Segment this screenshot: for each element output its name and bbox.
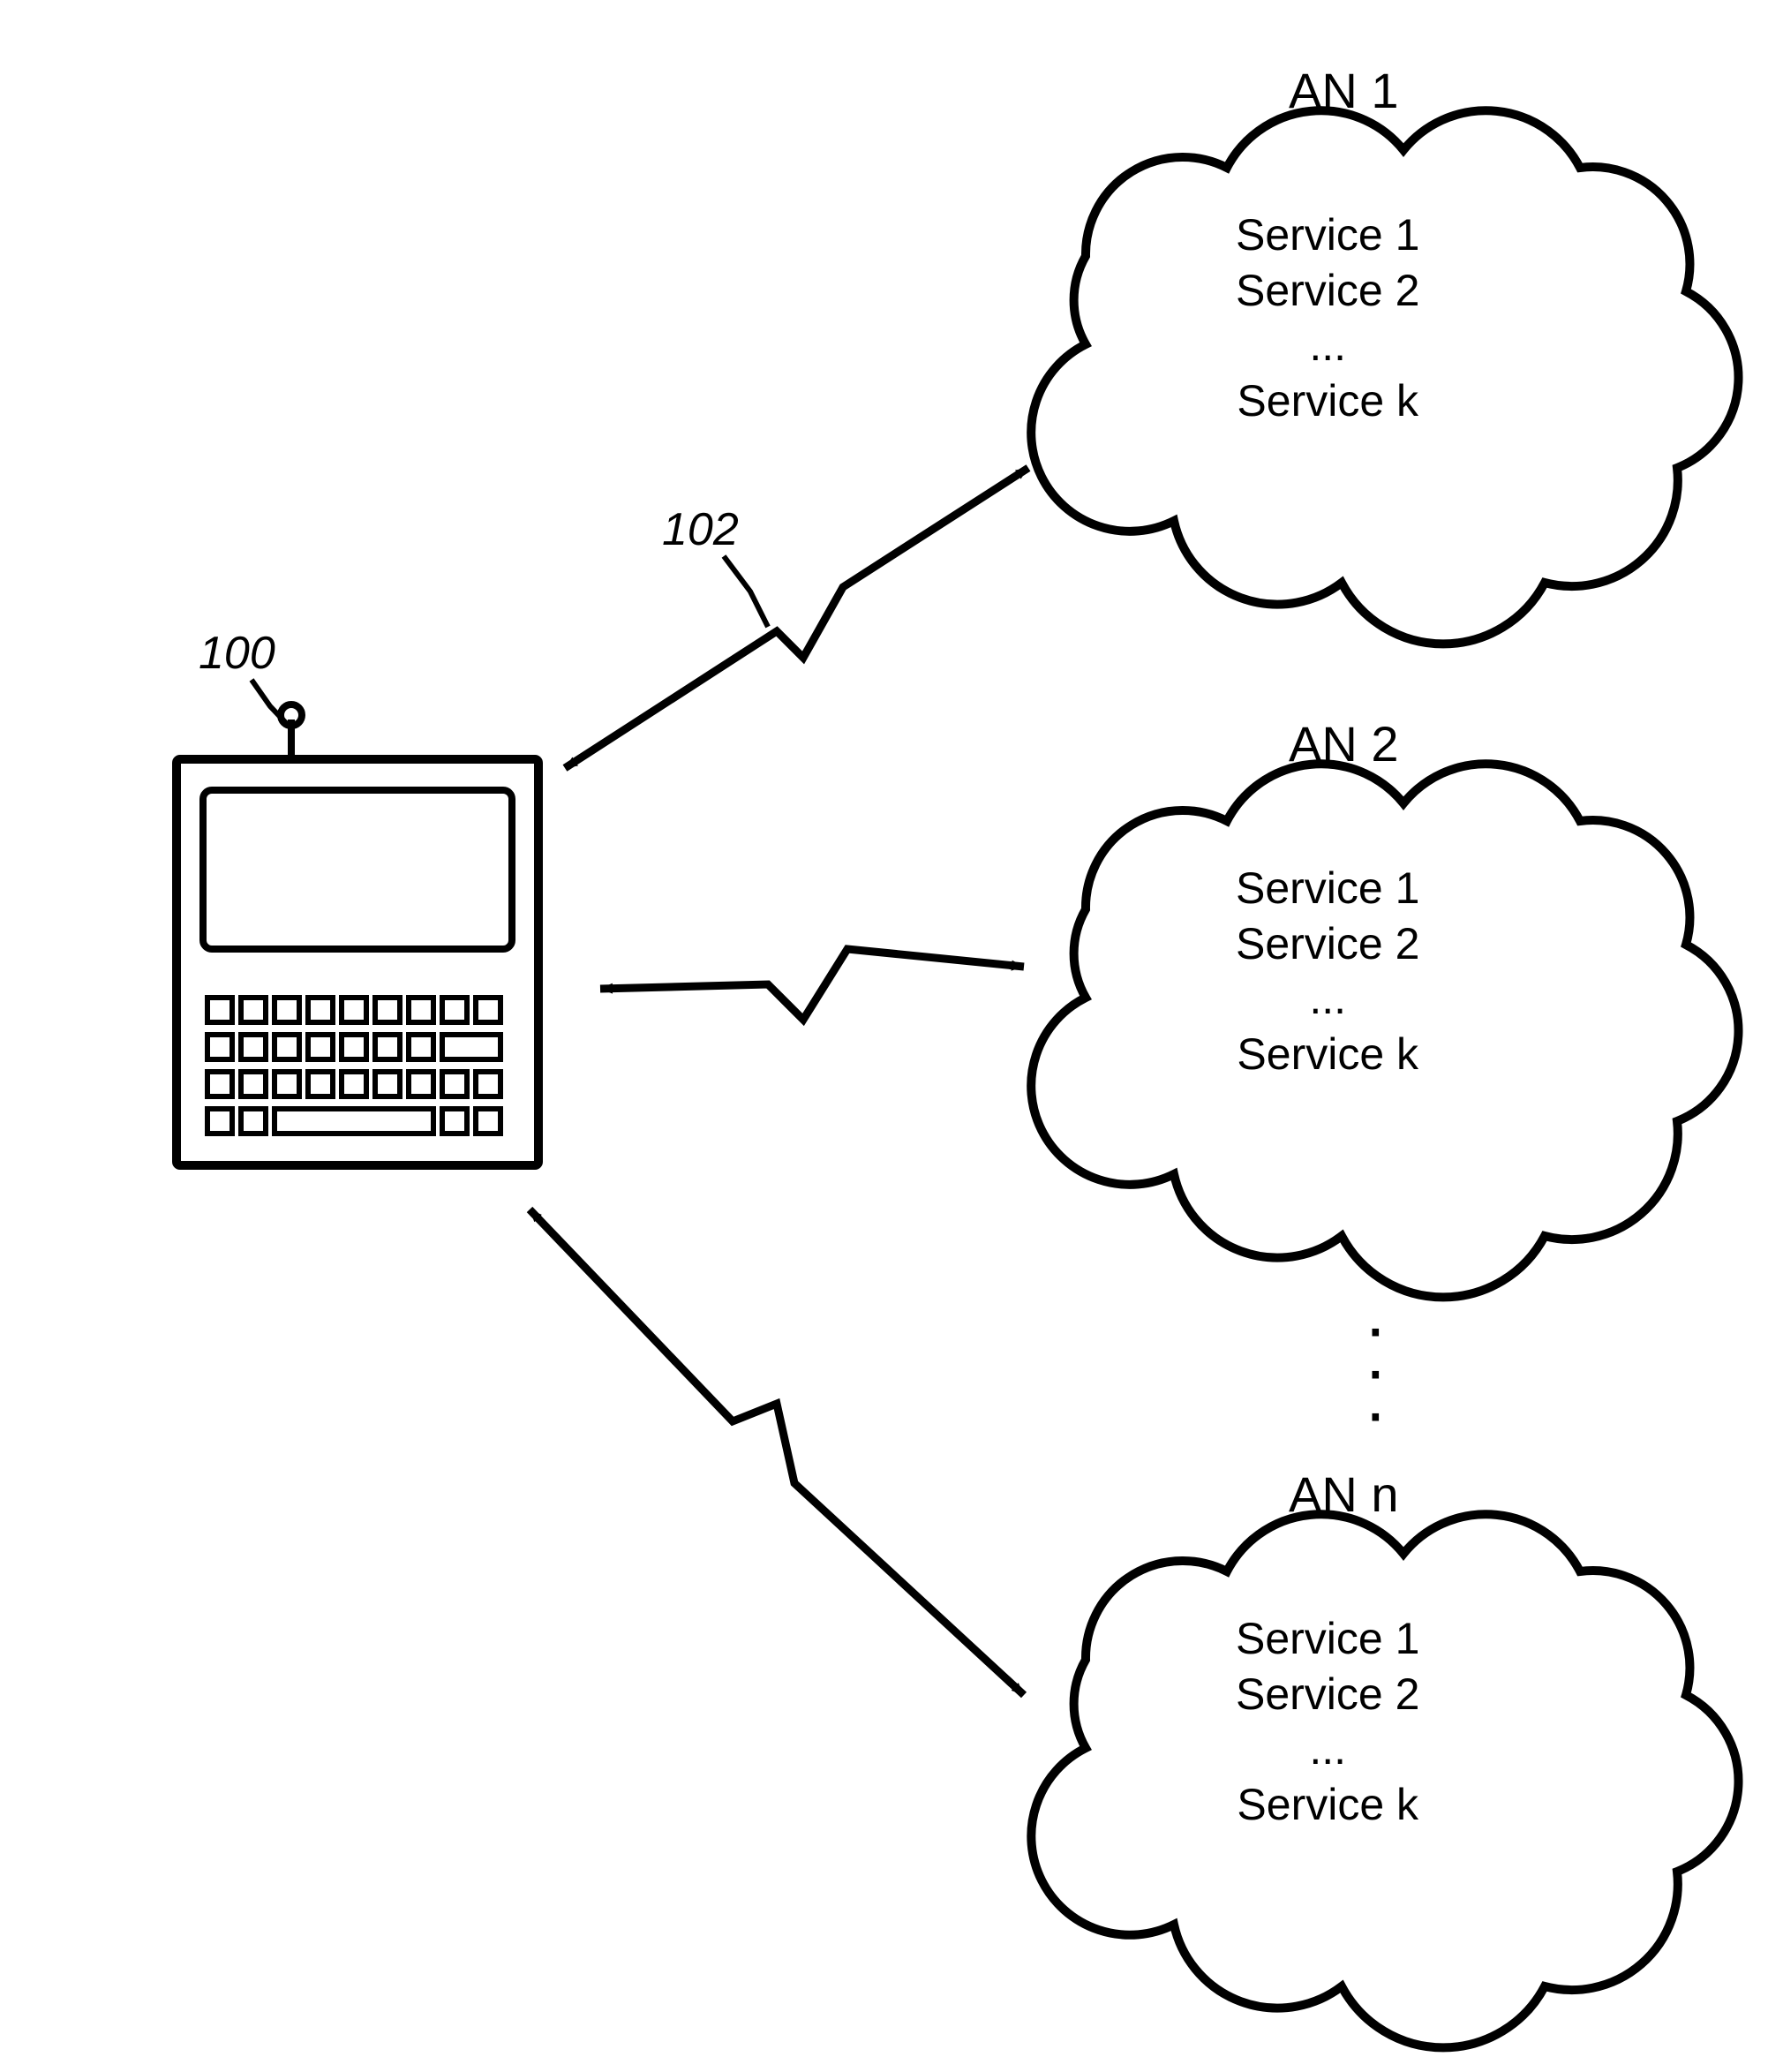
leader-100: [252, 680, 287, 724]
vertical-ellipsis: ···: [1364, 1307, 1388, 1434]
link-arrow-n: [530, 1209, 1024, 1695]
cloud-2-line-4: Service k: [1236, 1027, 1419, 1082]
cloud-2-line-2: Service 2: [1236, 916, 1419, 972]
cloud-n-line-2: Service 2: [1236, 1667, 1419, 1722]
ref-label-102: 102: [662, 503, 739, 556]
cloud-n-title: AN n: [1289, 1465, 1399, 1523]
cloud-1-title: AN 1: [1289, 62, 1399, 119]
diagram-canvas: 100 102 AN 1 Service 1 Service 2 ... Ser…: [0, 0, 1768, 2072]
ref-label-100: 100: [199, 627, 275, 680]
cloud-1-line-2: Service 2: [1236, 263, 1419, 319]
device-icon: [177, 704, 538, 1165]
cloud-n-line-4: Service k: [1236, 1777, 1419, 1833]
cloud-2-services: Service 1 Service 2 ... Service k: [1236, 861, 1419, 1081]
cloud-2-line-1: Service 1: [1236, 861, 1419, 916]
cloud-n-line-3: ...: [1236, 1722, 1419, 1777]
link-arrow-2: [600, 949, 1024, 1020]
leader-102: [724, 556, 768, 627]
cloud-n-services: Service 1 Service 2 ... Service k: [1236, 1611, 1419, 1832]
cloud-1-line-3: ...: [1236, 318, 1419, 373]
cloud-n-line-1: Service 1: [1236, 1611, 1419, 1667]
cloud-1-line-4: Service k: [1236, 373, 1419, 429]
cloud-2-line-3: ...: [1236, 971, 1419, 1027]
cloud-2-title: AN 2: [1289, 715, 1399, 772]
cloud-1-services: Service 1 Service 2 ... Service k: [1236, 207, 1419, 428]
link-arrow-1: [565, 468, 1028, 768]
diagram-svg: [0, 0, 1768, 2072]
cloud-1-line-1: Service 1: [1236, 207, 1419, 263]
